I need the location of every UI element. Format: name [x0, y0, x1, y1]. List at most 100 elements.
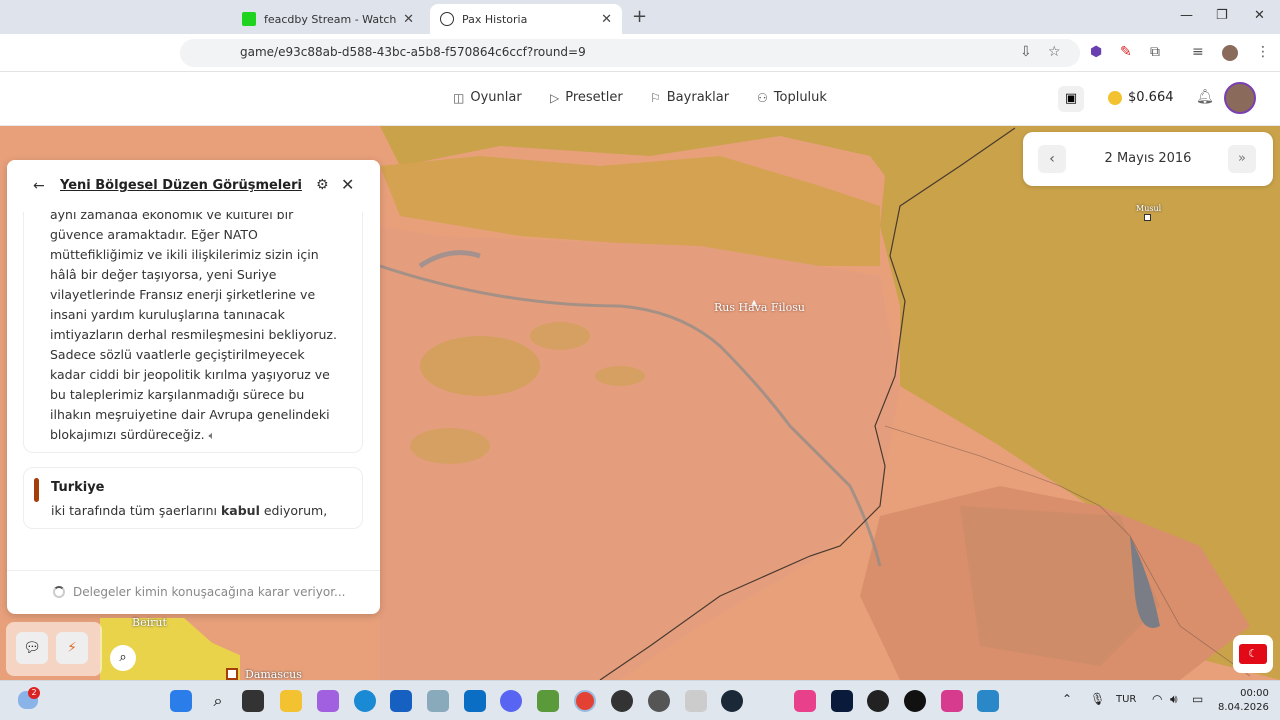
app-icon[interactable] [977, 690, 999, 712]
map-tool-box: 💬︎ ⚡︎ [6, 622, 102, 676]
message-line: insani yardım kuruluşlarına tanınacak [50, 307, 285, 322]
chevron-triple-right-icon: » [1238, 151, 1246, 166]
restore-button[interactable]: ❐ [1216, 8, 1228, 23]
balance-display[interactable]: $0.664 [1108, 90, 1174, 105]
lightning-icon: ⚡︎ [67, 640, 77, 656]
snipping-tool-icon[interactable] [685, 690, 707, 712]
message-line: müttefikliğimiz ve ikili ilişkilerimiz s… [50, 247, 319, 262]
extension-hex-icon[interactable]: ⬢ [1090, 44, 1102, 60]
copilot-icon[interactable] [317, 690, 339, 712]
coin-icon [1108, 90, 1122, 105]
speaker-icon[interactable]: 🔈︎ [209, 429, 216, 442]
message-line: hâlâ bir değer taşıyorsa, yeni Suriye [50, 267, 277, 282]
task-view-icon[interactable] [242, 690, 264, 712]
message-line: kadar ciddi bir jeopolitik kırılma yaşıy… [50, 367, 330, 382]
chat-toggle-button[interactable]: 💬︎ [16, 632, 48, 664]
map-search-button[interactable]: ⌕ [110, 645, 136, 671]
tab-close-icon[interactable]: ✕ [601, 12, 612, 27]
nav-topluluk[interactable]: ⚇ Topluluk [757, 90, 827, 105]
media-icon[interactable]: ≡ [1192, 44, 1204, 60]
store-icon[interactable] [390, 690, 412, 712]
app-icon[interactable] [427, 690, 449, 712]
player-country-button[interactable]: ☾ [1233, 635, 1273, 673]
clock[interactable]: 00:00 8.04.2026 [1218, 687, 1269, 715]
tab-title: Pax Historia [462, 12, 528, 26]
nav-bayraklar[interactable]: ⚐ Bayraklar [650, 90, 729, 105]
message-line: imtiyazların derhal resmileşmesini bekli… [50, 327, 337, 342]
steam-icon[interactable] [721, 690, 743, 712]
capital-marker[interactable] [226, 668, 238, 680]
app-navbar: ◫ Oyunlar ▷ Presetler ⚐ Bayraklar ⚇ Topl… [0, 72, 1280, 126]
wifi-icon[interactable]: ◠ [1152, 692, 1162, 706]
microphone-icon[interactable]: 🎙︎ [1090, 692, 1105, 706]
volume-icon[interactable]: 🔊︎ [1170, 692, 1178, 707]
balance-value: $0.664 [1128, 90, 1174, 105]
map-label-fleet[interactable]: Rus Hava Filosu [714, 301, 805, 314]
discord-icon[interactable] [500, 690, 522, 712]
nav-label: Oyunlar [470, 90, 522, 105]
back-arrow-icon[interactable]: ← [33, 178, 45, 194]
instagram-icon[interactable] [941, 690, 963, 712]
message-line: bu taleplerimiz karşılanmadığı sürece bu [50, 387, 305, 402]
menu-dots-icon[interactable]: ⋮ [1256, 44, 1270, 60]
tab-feacdby-stream[interactable]: feacdby Stream - Watch Live o ✕ [232, 4, 424, 34]
speaker-name: Turkiye [51, 480, 105, 495]
bluestacks-icon[interactable] [537, 690, 559, 712]
edge-icon[interactable] [354, 690, 376, 712]
chat-bubble-icon: 💬︎ [23, 640, 41, 656]
app-icon[interactable] [648, 690, 670, 712]
app-icon[interactable] [904, 690, 926, 712]
action-button[interactable]: ⚡︎ [56, 632, 88, 664]
panel-footer: Delegeler kimin konuşacağına karar veriy… [7, 570, 380, 614]
speaker-color-bar [34, 478, 39, 502]
tab-close-icon[interactable]: ✕ [403, 12, 414, 27]
nav-presetler[interactable]: ▷ Presetler [550, 90, 623, 105]
play-icon: ▷ [550, 90, 560, 105]
message-card-turkiye: Turkiye iki tarafında tüm şaerlarını kab… [23, 467, 363, 529]
chrome-icon[interactable] [574, 690, 596, 712]
start-icon[interactable] [170, 690, 192, 712]
map-label-mosul[interactable]: Musul [1136, 204, 1161, 213]
status-text: Delegeler kimin konuşacağına karar veriy… [73, 585, 346, 599]
pen-extension-icon[interactable]: ✎ [1120, 44, 1132, 60]
chatgpt-icon[interactable] [867, 690, 889, 712]
minimize-button[interactable]: — [1180, 8, 1193, 23]
language-indicator[interactable]: TUR [1116, 694, 1136, 705]
message-line: vilayetlerinde Fransız enerji şirketleri… [50, 287, 316, 302]
photoshop-icon[interactable] [831, 690, 853, 712]
tab-title: feacdby Stream - Watch Live o [264, 12, 397, 26]
profile-avatar[interactable] [1222, 45, 1238, 61]
new-tab-button[interactable]: + [632, 6, 647, 27]
search-icon[interactable]: ⌕ [207, 690, 229, 712]
city-marker[interactable] [1144, 214, 1151, 221]
date-prev-button[interactable]: ‹ [1038, 145, 1066, 173]
nav-label: Topluluk [773, 90, 827, 105]
tab-pax-historia[interactable]: Pax Historia ✕ [430, 4, 622, 34]
gift-button[interactable]: ▣ [1058, 86, 1084, 112]
close-icon[interactable]: ✕ [341, 175, 354, 194]
url-text[interactable]: game/e93c88ab-d588-43bc-a5b8-f570864c6cc… [240, 45, 586, 59]
user-avatar[interactable] [1224, 82, 1256, 114]
globe-icon [440, 12, 454, 26]
panel-header: ← Yeni Bölgesel Düzen Görüşmeleri ⚙ ✕ [7, 160, 380, 212]
bookmark-star-icon[interactable]: ☆ [1048, 44, 1061, 60]
install-icon[interactable]: ⇩ [1020, 44, 1032, 60]
file-explorer-icon[interactable] [280, 690, 302, 712]
app-icon[interactable] [464, 690, 486, 712]
battery-icon[interactable]: ▭ [1192, 692, 1203, 706]
date-panel: ‹ 2 Mayıs 2016 » [1023, 132, 1273, 186]
panel-title[interactable]: Yeni Bölgesel Düzen Görüşmeleri [60, 178, 302, 193]
creative-cloud-icon[interactable] [794, 690, 816, 712]
map-label-beirut[interactable]: Beirut [132, 616, 167, 629]
bell-icon[interactable]: 🔔︎ [1196, 89, 1214, 105]
tray-chevron-icon[interactable]: ⌃ [1062, 692, 1072, 706]
browser-tabstrip: feacdby Stream - Watch Live o ✕ Pax Hist… [0, 0, 1280, 34]
message-line: blokajımızı sürdüreceğiz. 🔈︎ [50, 427, 216, 442]
obs-icon[interactable] [611, 690, 633, 712]
extensions-puzzle-icon[interactable]: ⧉ [1150, 44, 1160, 60]
nav-label: Presetler [565, 90, 623, 105]
window-close-button[interactable]: ✕ [1254, 8, 1265, 23]
date-advance-button[interactable]: » [1228, 145, 1256, 173]
gear-icon[interactable]: ⚙ [316, 177, 329, 193]
nav-oyunlar[interactable]: ◫ Oyunlar [453, 90, 522, 105]
